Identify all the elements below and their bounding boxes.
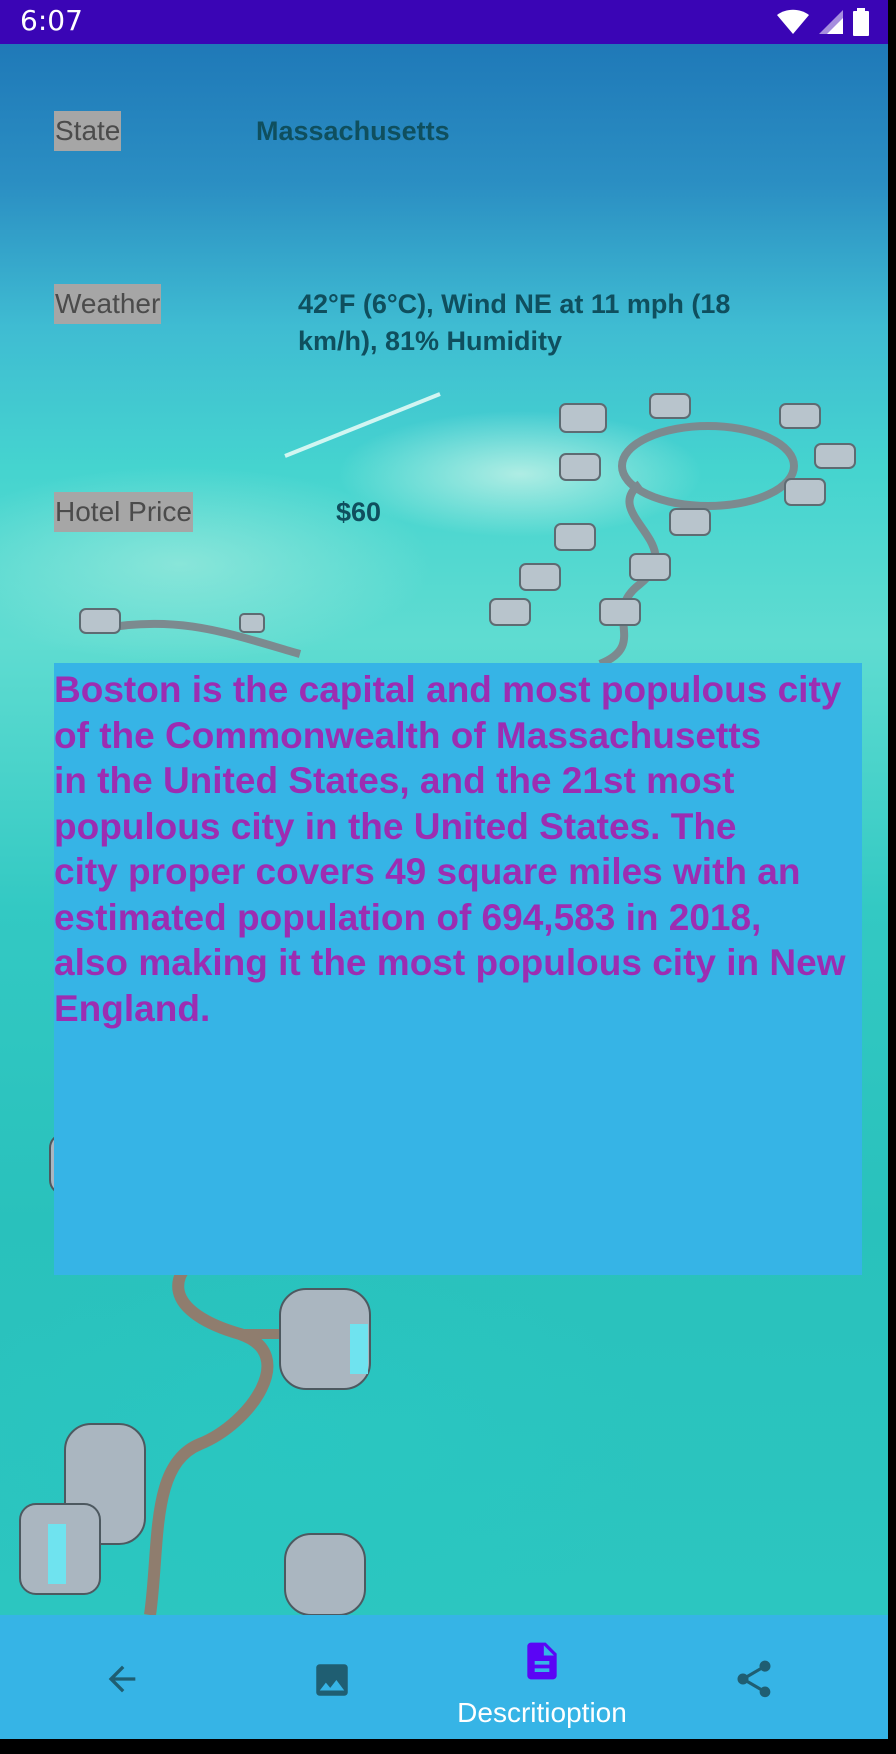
battery-icon [853,8,869,36]
description-line: England. [54,987,211,1029]
description-line: city proper covers 49 square miles with … [54,851,801,892]
app-screen: 6:07 State Massachusetts Weather 42°F (6… [0,0,888,1754]
weather-value-line: 42°F (6°C), Wind NE at 11 mph (18 [298,289,731,319]
hotel-price-value: $60 [336,497,382,527]
image-icon [316,1664,348,1696]
weather-value-line: km/h), 81% Humidity [298,326,563,356]
hotel-price-label: Hotel Price [54,492,193,532]
nav-back[interactable] [62,1615,182,1739]
description-line: populous city in the United States. The [54,805,737,847]
cellular-signal-icon [819,10,843,34]
wifi-icon [777,9,809,34]
status-bar: 6:07 [0,0,888,44]
nav-image[interactable] [272,1615,392,1739]
description-icon [527,1642,557,1680]
system-navigation-bar [0,1739,888,1754]
nav-share[interactable] [694,1615,814,1739]
status-icons [776,6,870,38]
status-time: 6:07 [20,4,83,37]
weather-value: 42°F (6°C), Wind NE at 11 mph (18 km/h),… [298,286,730,360]
share-icon [737,1660,771,1698]
bottom-navigation: Descritioption [0,1615,888,1739]
description-line: in the United States, and the 21st most [54,760,735,801]
description-panel: Boston is the capital and most populous … [54,663,862,1275]
description-line: also making it the most populous city in… [54,942,846,983]
arrow-back-icon [108,1665,136,1693]
state-value: Massachusetts [256,116,450,146]
description-text: Boston is the capital and most populous … [54,663,862,1031]
description-line: Boston is the capital and most populous … [54,669,842,710]
weather-label: Weather [54,284,162,324]
description-line: estimated population of 694,583 in 2018, [54,896,762,938]
nav-description[interactable]: Descritioption [457,1615,627,1739]
nav-description-label: Descritioption [457,1697,627,1728]
state-label: State [54,111,122,151]
description-line: of the Commonwealth of Massachusetts [54,714,762,756]
